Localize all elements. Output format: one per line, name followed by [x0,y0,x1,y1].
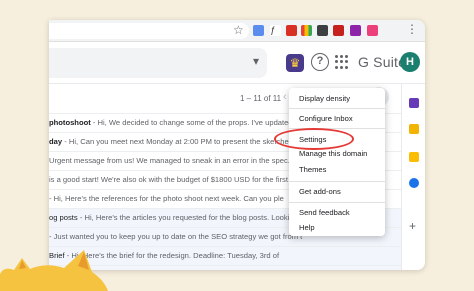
gsuite-logo: G Suite [358,54,407,70]
extension-icon[interactable] [317,25,328,36]
cat-mascot [0,250,108,291]
help-icon[interactable]: ? [311,53,329,71]
extension-icon[interactable] [253,25,264,36]
email-snippet: Urgent message from us! We managed to sn… [49,156,306,165]
star-icon[interactable]: ☆ [233,23,244,37]
cat-body [0,250,108,291]
gmail-header: ▾ ♛ ? G Suite H [49,42,425,84]
menu-divider [289,202,385,203]
highlight-annotation [274,128,354,150]
avatar[interactable]: H [400,52,420,72]
menu-divider [289,108,385,109]
crown-icon[interactable]: ♛ [286,54,304,72]
apps-grid-icon[interactable] [335,55,349,69]
email-date: 7 Jan [368,266,387,270]
calendar-icon[interactable] [409,124,419,134]
menu-item-help[interactable]: Help [299,223,315,232]
settings-dropdown: Display density Configure Inbox Settings… [289,88,385,236]
menu-divider [289,181,385,182]
extension-icon[interactable] [286,25,297,36]
address-bar[interactable] [49,23,249,39]
search-input[interactable]: ▾ [49,48,267,78]
menu-item-manage-domain[interactable]: Manage this domain [299,149,367,158]
more-vert-icon[interactable]: ⋮ [406,22,418,36]
dropdown-caret-icon[interactable]: ▾ [253,54,259,68]
email-snippet: - Hi, Can you meet next Monday at 2:00 P… [62,137,307,146]
extension-icon[interactable] [301,25,312,36]
email-subject: og posts [49,213,78,222]
script-extension-icon[interactable]: ƒ [270,25,281,36]
pager-count: 1 – 11 of 11 [240,94,282,103]
extension-icon[interactable] [350,25,361,36]
email-snippet: is a good start! We're also ok with the … [49,175,295,184]
email-snippet: - Hi, Here's the references for the phot… [49,194,284,203]
email-snippet: - Just wanted you to keep you up to date… [49,232,303,241]
menu-item-configure-inbox[interactable]: Configure Inbox [299,114,353,123]
extension-icon[interactable] [367,25,378,36]
calendar-app-icon[interactable] [409,98,419,108]
tasks-icon[interactable] [409,178,419,188]
extension-icon[interactable] [333,25,344,36]
add-icon[interactable]: + [409,219,416,233]
menu-item-send-feedback[interactable]: Send feedback [299,208,350,217]
email-snippet: - Hi, Here's the articles you requested … [77,213,303,222]
email-subject: photoshoot [49,118,91,127]
keep-icon[interactable] [409,152,419,162]
email-subject: day [49,137,63,146]
menu-item-display-density[interactable]: Display density [299,94,350,103]
menu-item-get-addons[interactable]: Get add-ons [299,187,341,196]
side-panel: + [401,84,425,270]
email-snippet: - Hi, We decided to change some of the p… [90,118,306,127]
menu-item-themes[interactable]: Themes [299,165,326,174]
browser-toolbar: ☆ ƒ ⋮ [49,20,425,42]
chevron-left-icon[interactable]: ‹ [283,91,287,103]
